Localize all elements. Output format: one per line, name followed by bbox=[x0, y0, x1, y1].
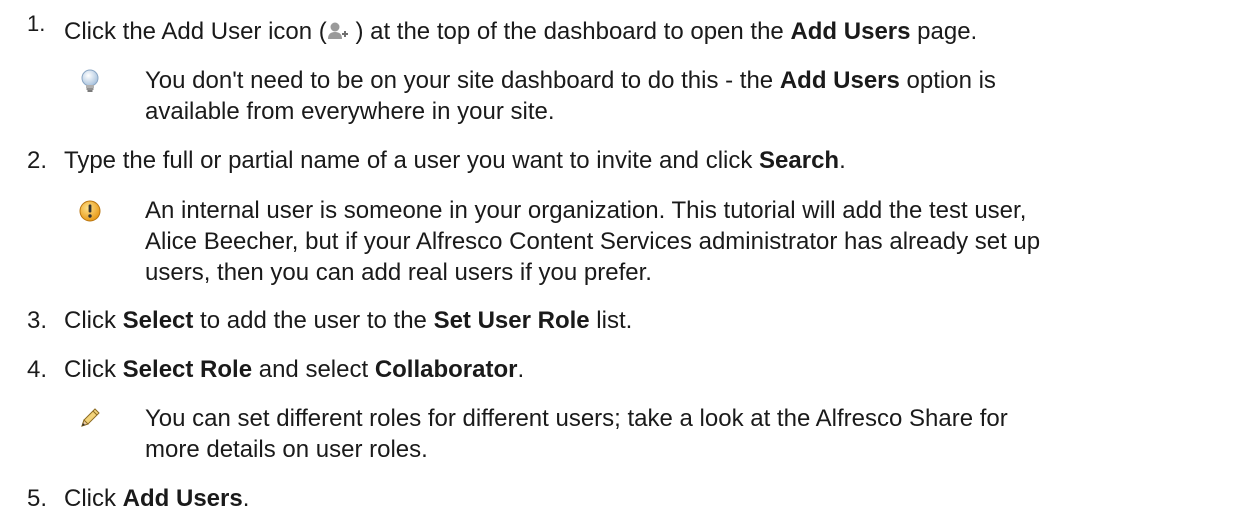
step-1-text: Click the Add User icon ( ) at the top o… bbox=[64, 16, 977, 47]
step-text: Click bbox=[64, 356, 123, 383]
tip-line: You don't need to be on your site dashbo… bbox=[145, 65, 996, 96]
step-text: . bbox=[517, 356, 525, 383]
note-line: more details on user roles. bbox=[145, 434, 428, 465]
step-number: 2. bbox=[27, 147, 48, 174]
add-user-icon bbox=[327, 18, 349, 39]
step-4-text: Click Select Role and select Collaborato… bbox=[64, 354, 524, 385]
step-number: 5. bbox=[27, 485, 48, 512]
tip-line: available from everywhere in your site. bbox=[145, 96, 555, 127]
ui-term: Collaborator bbox=[374, 356, 518, 383]
exclamation-circle-icon bbox=[79, 199, 101, 230]
note-text: more details on user roles. bbox=[145, 436, 428, 463]
important-text: Alice Beecher, but if your Alfresco Cont… bbox=[145, 228, 1041, 255]
step-text: list. bbox=[589, 307, 633, 334]
important-line: An internal user is someone in your orga… bbox=[145, 195, 1026, 226]
step-text: . bbox=[839, 147, 846, 174]
step-text: ) at the top of the dashboard to open th… bbox=[348, 18, 791, 45]
step-text: Type the full or partial name of a user … bbox=[64, 147, 760, 174]
step-3-text: Click Select to add the user to the Set … bbox=[64, 305, 632, 336]
ui-term: Add Users bbox=[790, 18, 911, 45]
step-text: Click the Add User icon ( bbox=[64, 18, 327, 45]
note-line: You can set different roles for differen… bbox=[145, 403, 1008, 434]
important-line: users, then you can add real users if yo… bbox=[145, 257, 652, 288]
ui-term: Select Role bbox=[122, 356, 253, 383]
step-text: page. bbox=[910, 18, 978, 45]
ui-term: Search bbox=[759, 147, 840, 174]
important-text: An internal user is someone in your orga… bbox=[145, 197, 1027, 224]
step-2-text: Type the full or partial name of a user … bbox=[64, 145, 846, 176]
step-text: to add the user to the bbox=[193, 307, 434, 334]
step-number: 4. bbox=[27, 356, 48, 383]
ui-term: Add Users bbox=[779, 67, 900, 94]
important-line: Alice Beecher, but if your Alfresco Cont… bbox=[145, 226, 1040, 257]
tip-text: You don't need to be on your site dashbo… bbox=[145, 67, 780, 94]
step-text: and select bbox=[252, 356, 375, 383]
ui-term: Set User Role bbox=[433, 307, 590, 334]
pencil-icon bbox=[79, 406, 101, 437]
step-5-text: Click Add Users. bbox=[64, 483, 249, 514]
tip-text: option is bbox=[899, 67, 996, 94]
step-number: 1. bbox=[27, 11, 46, 36]
ui-term: Select bbox=[122, 307, 194, 334]
lightbulb-icon bbox=[79, 69, 101, 103]
step-number: 3. bbox=[27, 307, 48, 334]
important-text: users, then you can add real users if yo… bbox=[145, 259, 652, 286]
tip-text: available from everywhere in your site. bbox=[145, 98, 555, 125]
note-text: You can set different roles for differen… bbox=[145, 405, 1008, 432]
step-text: Click bbox=[64, 307, 123, 334]
